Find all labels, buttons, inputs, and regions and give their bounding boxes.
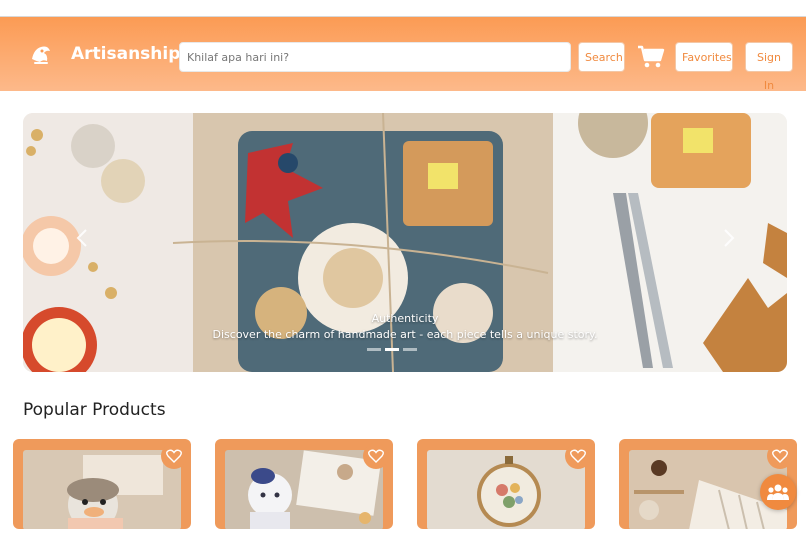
heart-icon[interactable] bbox=[161, 443, 187, 469]
brand-name[interactable]: Artisanship bbox=[71, 44, 180, 64]
navbar: Artisanship Search Favorites Sign In bbox=[0, 17, 806, 92]
favorites-button[interactable]: Favorites bbox=[675, 42, 733, 72]
search-button[interactable]: Search bbox=[578, 42, 625, 72]
logo-icon[interactable] bbox=[26, 39, 56, 69]
product-image[interactable] bbox=[427, 450, 585, 529]
search-input[interactable] bbox=[179, 42, 571, 72]
heart-icon[interactable] bbox=[565, 443, 591, 469]
carousel-indicators bbox=[367, 348, 417, 351]
carousel-dot[interactable] bbox=[385, 348, 399, 351]
heart-icon[interactable] bbox=[767, 443, 793, 469]
sign-in-button[interactable]: Sign In bbox=[745, 42, 793, 92]
group-chat-icon[interactable] bbox=[760, 474, 796, 510]
chevron-right-icon[interactable] bbox=[723, 228, 735, 253]
hero-description: Discover the charm of handmade art - eac… bbox=[212, 328, 598, 341]
product-card[interactable] bbox=[417, 439, 595, 529]
product-card[interactable] bbox=[13, 439, 191, 529]
section-title: Popular Products bbox=[23, 400, 166, 420]
product-card[interactable] bbox=[215, 439, 393, 529]
chevron-left-icon[interactable] bbox=[76, 228, 88, 253]
hero-carousel: Authenticity Discover the charm of handm… bbox=[23, 113, 787, 372]
product-image[interactable] bbox=[23, 450, 181, 529]
product-image[interactable] bbox=[225, 450, 383, 529]
carousel-dot[interactable] bbox=[403, 348, 417, 351]
carousel-dot[interactable] bbox=[367, 348, 381, 351]
browser-top-strip bbox=[0, 0, 806, 17]
cart-icon[interactable] bbox=[637, 44, 665, 70]
hero-title: Authenticity bbox=[371, 312, 439, 325]
heart-icon[interactable] bbox=[363, 443, 389, 469]
